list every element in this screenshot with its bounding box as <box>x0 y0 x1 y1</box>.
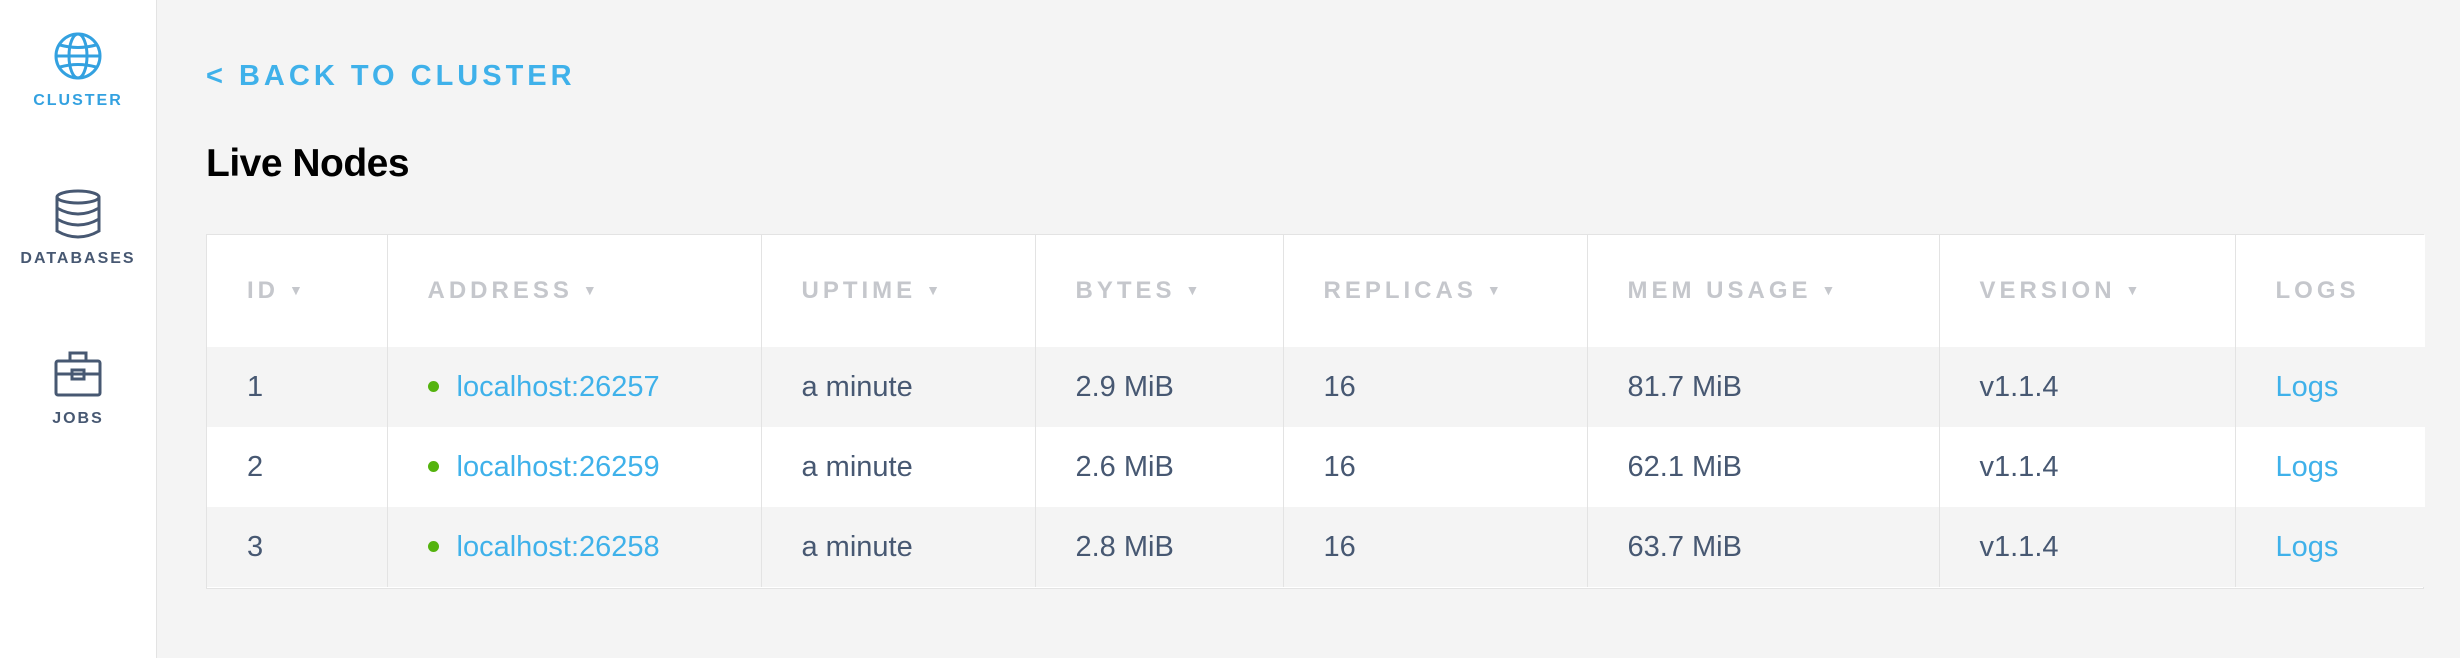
back-to-cluster-link[interactable]: < BACK TO CLUSTER <box>206 60 576 93</box>
cell-version: v1.1.4 <box>1938 427 2235 507</box>
sidebar-item-label: JOBS <box>52 410 104 427</box>
cell-mem-usage: 63.7 MiB <box>1586 507 1939 587</box>
cell-address: localhost:26258 <box>386 507 761 587</box>
sidebar-item-label: CLUSTER <box>33 92 123 109</box>
logs-link[interactable]: Logs <box>2276 531 2339 563</box>
sort-arrow-icon: ▼ <box>1821 282 1836 298</box>
database-icon <box>55 189 101 239</box>
column-header-version[interactable]: VERSION ▼ <box>1938 235 2235 347</box>
cell-logs: Logs <box>2234 507 2425 587</box>
sidebar-item-jobs[interactable]: JOBS <box>0 348 156 428</box>
sort-arrow-icon: ▼ <box>2125 282 2140 298</box>
sidebar-item-databases[interactable]: DATABASES <box>0 188 156 268</box>
sidebar: CLUSTER DATABASES JOBS <box>0 0 157 658</box>
table-row: 2 localhost:26259 a minute 2.6 MiB 16 62… <box>207 427 2425 507</box>
live-nodes-table: ID ▼ ADDRESS ▼ UPTIME ▼ BYTES ▼ REPLICAS ▼ ME… <box>206 234 2425 589</box>
globe-icon <box>54 32 102 80</box>
cell-version: v1.1.4 <box>1938 347 2235 427</box>
cell-bytes: 2.9 MiB <box>1034 347 1283 427</box>
column-header-uptime[interactable]: UPTIME ▼ <box>760 235 1035 347</box>
cell-uptime: a minute <box>760 347 1035 427</box>
cell-bytes: 2.6 MiB <box>1034 427 1283 507</box>
cell-uptime: a minute <box>760 507 1035 587</box>
sidebar-item-label: DATABASES <box>20 250 136 267</box>
sort-arrow-icon: ▼ <box>1185 282 1200 298</box>
cell-replicas: 16 <box>1282 427 1587 507</box>
node-address-link[interactable]: localhost:26258 <box>457 531 660 563</box>
sort-arrow-icon: ▼ <box>289 282 303 298</box>
cell-mem-usage: 81.7 MiB <box>1586 347 1939 427</box>
cell-mem-usage: 62.1 MiB <box>1586 427 1939 507</box>
cell-logs: Logs <box>2234 427 2425 507</box>
cell-id: 2 <box>207 427 387 507</box>
sort-arrow-icon: ▼ <box>582 282 597 298</box>
table-row: 3 localhost:26258 a minute 2.8 MiB 16 63… <box>207 507 2425 587</box>
column-header-logs: LOGS <box>2234 235 2425 347</box>
page-title: Live Nodes <box>206 142 410 185</box>
cell-bytes: 2.8 MiB <box>1034 507 1283 587</box>
status-dot-icon <box>427 460 439 472</box>
status-dot-icon <box>427 540 439 552</box>
cell-address: localhost:26257 <box>386 347 761 427</box>
sidebar-item-cluster[interactable]: CLUSTER <box>0 30 156 110</box>
cell-address: localhost:26259 <box>386 427 761 507</box>
table-header-row: ID ▼ ADDRESS ▼ UPTIME ▼ BYTES ▼ REPLICAS ▼ ME… <box>207 235 2425 347</box>
node-address-link[interactable]: localhost:26259 <box>457 451 660 483</box>
cell-id: 1 <box>207 347 387 427</box>
logs-link[interactable]: Logs <box>2276 451 2339 483</box>
briefcase-icon <box>54 351 102 397</box>
sort-arrow-icon: ▼ <box>1486 282 1501 298</box>
sort-arrow-icon: ▼ <box>926 282 941 298</box>
logs-link[interactable]: Logs <box>2276 371 2339 403</box>
cell-version: v1.1.4 <box>1938 507 2235 587</box>
column-header-bytes[interactable]: BYTES ▼ <box>1034 235 1283 347</box>
column-header-mem-usage[interactable]: MEM USAGE ▼ <box>1586 235 1939 347</box>
cell-id: 3 <box>207 507 387 587</box>
cell-replicas: 16 <box>1282 507 1587 587</box>
status-dot-icon <box>427 380 439 392</box>
node-address-link[interactable]: localhost:26257 <box>457 371 660 403</box>
column-header-replicas[interactable]: REPLICAS ▼ <box>1282 235 1587 347</box>
column-header-id[interactable]: ID ▼ <box>207 235 387 347</box>
column-header-address[interactable]: ADDRESS ▼ <box>386 235 761 347</box>
cell-logs: Logs <box>2234 347 2425 427</box>
table-row: 1 localhost:26257 a minute 2.9 MiB 16 81… <box>207 347 2425 427</box>
cell-uptime: a minute <box>760 427 1035 507</box>
cell-replicas: 16 <box>1282 347 1587 427</box>
